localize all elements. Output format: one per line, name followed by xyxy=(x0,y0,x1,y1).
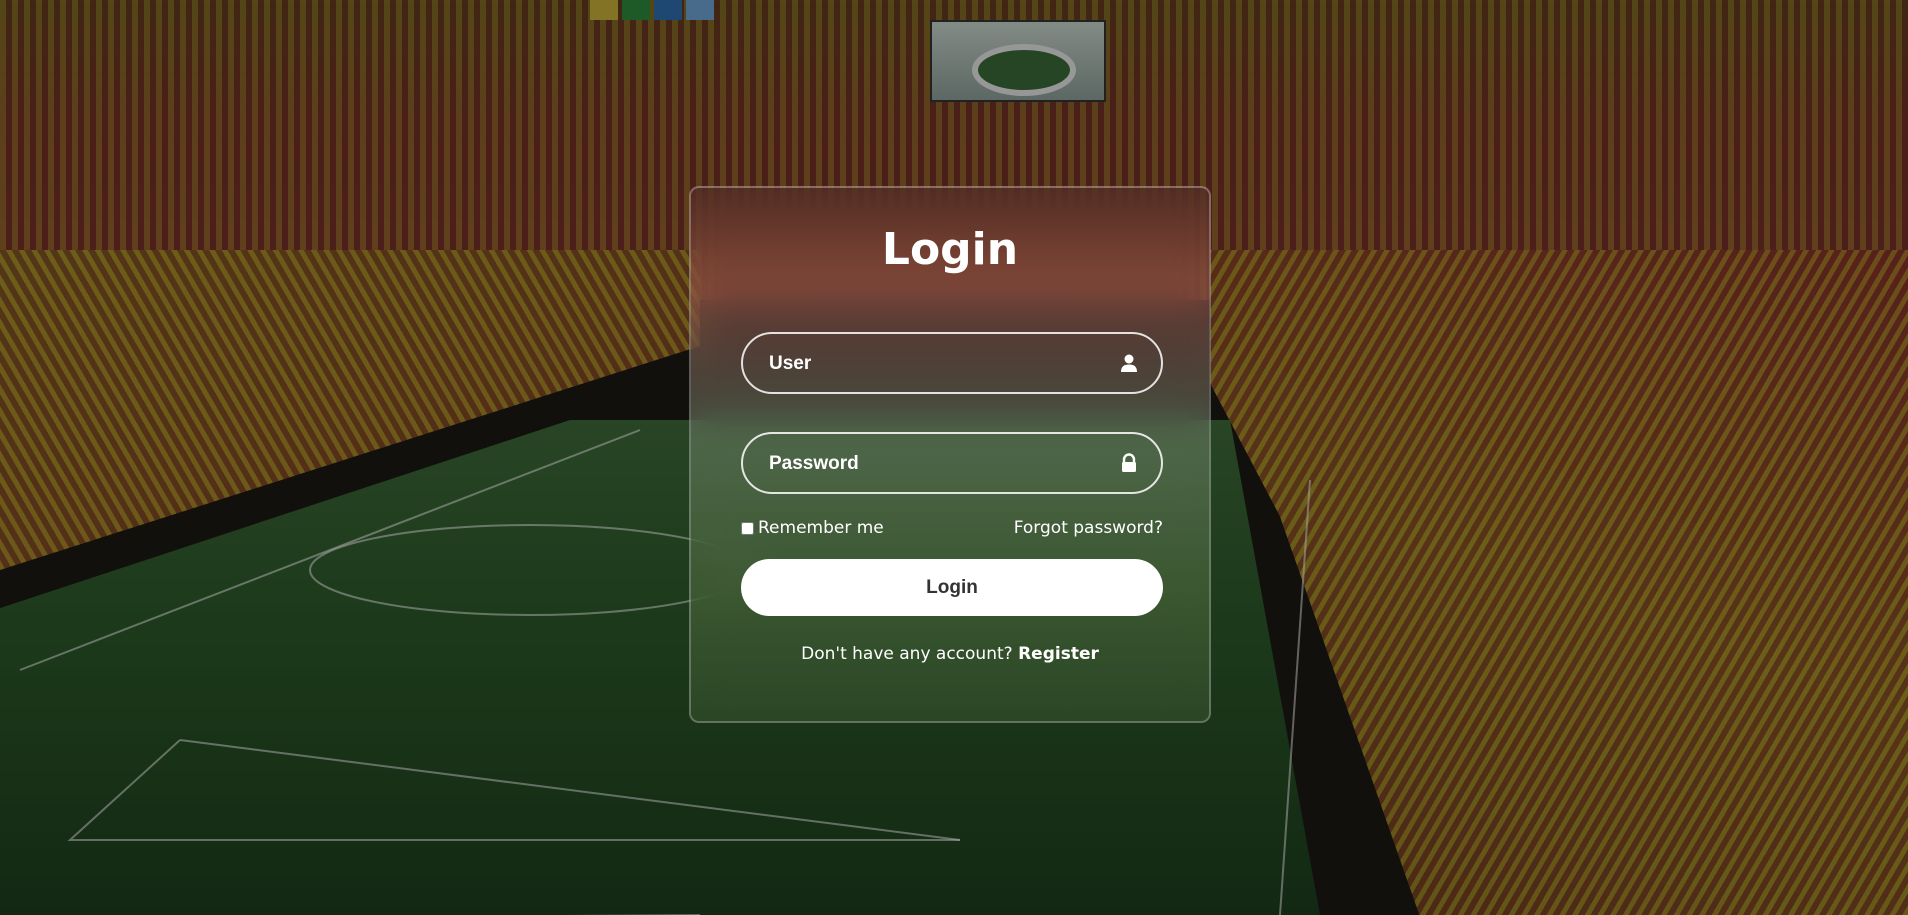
login-title: Login xyxy=(881,224,1019,275)
register-link[interactable]: Register xyxy=(1018,644,1099,664)
user-icon xyxy=(1121,354,1137,372)
lock-icon xyxy=(1122,453,1136,472)
forgot-password-link[interactable]: Forgot password? xyxy=(1014,518,1163,538)
options-row: Remember me Forgot password? xyxy=(741,518,1163,542)
register-row: Don't have any account? Register xyxy=(691,644,1209,664)
password-field xyxy=(741,432,1163,494)
no-account-text: Don't have any account? xyxy=(801,644,1013,664)
login-button[interactable]: Login xyxy=(741,559,1163,616)
login-card: Login Remember me Forgot password? Login xyxy=(689,186,1211,723)
remember-checkbox[interactable] xyxy=(741,521,754,535)
remember-label: Remember me xyxy=(758,518,884,538)
remember-me: Remember me xyxy=(741,518,884,538)
user-field xyxy=(741,332,1163,394)
user-input[interactable] xyxy=(767,334,1101,394)
password-input[interactable] xyxy=(767,434,1101,494)
